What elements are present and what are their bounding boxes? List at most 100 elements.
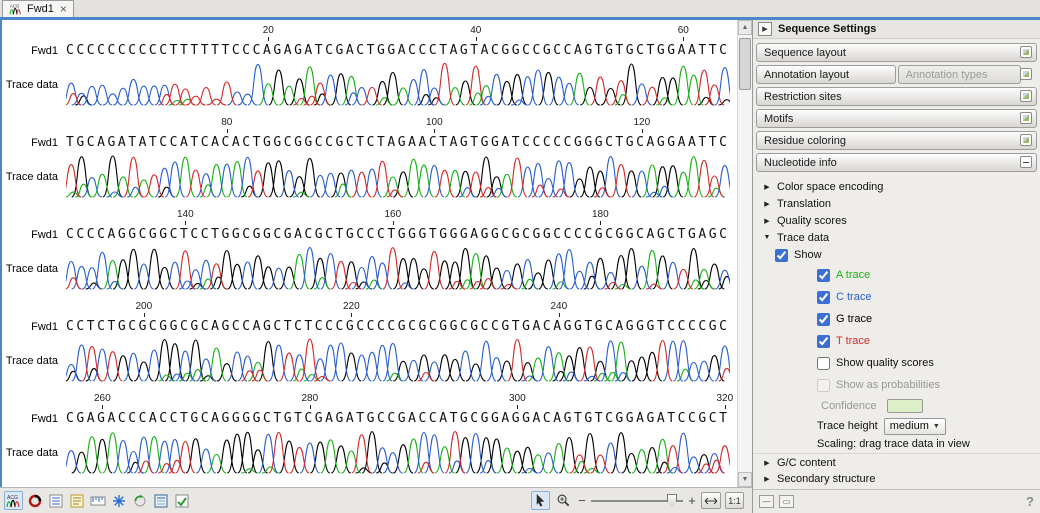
ruler-tick-label: 180: [592, 209, 609, 220]
zoom-slider-thumb[interactable]: [667, 494, 677, 507]
chromatogram-trace[interactable]: [66, 243, 730, 293]
panel-sequence-layout[interactable]: Sequence layout: [756, 43, 1037, 62]
ruler: 140160180: [66, 208, 730, 226]
chromatogram-trace[interactable]: [66, 59, 730, 109]
g-trace-checkbox[interactable]: [817, 313, 830, 326]
ruler: 200220240: [66, 300, 730, 318]
info-view-button[interactable]: [151, 491, 170, 510]
chromatogram-trace[interactable]: [66, 151, 730, 201]
sequence-row: 204060Fwd1CCCCCCCCCCTTTTTTCCCAGAGATCGACT…: [2, 24, 737, 116]
selection-tool-icon[interactable]: [531, 491, 550, 510]
sequence-row: 260280300320Fwd1CGAGACCCACCTGCAGGGGCTGTC…: [2, 392, 737, 484]
ruler-tick-mark: [517, 405, 518, 409]
tree-item-secondary-structure[interactable]: ▶ Secondary structure: [753, 470, 1040, 487]
show-checkbox[interactable]: [775, 249, 788, 262]
history-view-button[interactable]: [172, 491, 191, 510]
show-as-probabilities-checkbox[interactable]: [817, 379, 830, 392]
trace-label: Trace data: [2, 355, 66, 367]
application-window: ACG Fwd1 × 204060 Fwd1 CCCCCCCCCCTTTTTTCCC…: [0, 0, 1040, 513]
tab-bar: ACG Fwd1 ×: [0, 0, 1040, 17]
tree-item-trace-data[interactable]: ▼ Trace data: [753, 229, 1040, 246]
g-trace-option: G trace: [753, 308, 1040, 330]
c-trace-checkbox[interactable]: [817, 291, 830, 304]
ruler-tick-label: 140: [177, 209, 194, 220]
trace-view-button[interactable]: ACG: [4, 491, 23, 510]
sequence-text[interactable]: CCTCTGCGCGGCGCAGCCAGCTCTCCCGCCCCGCGCGGCG…: [66, 319, 734, 334]
chromatogram-trace[interactable]: [66, 335, 730, 385]
sequence-text[interactable]: CCCCAGGCGGCTCCTGGCGGCGACGCTGCCCTGGGTGGGA…: [66, 227, 734, 242]
a-trace-checkbox[interactable]: [817, 269, 830, 282]
fit-width-button[interactable]: [701, 492, 721, 509]
ruler-tick-mark: [600, 221, 601, 225]
panel-motifs[interactable]: Motifs: [756, 109, 1037, 128]
a-trace-option: A trace: [753, 264, 1040, 286]
trace-label: Trace data: [2, 171, 66, 183]
primer-design-button[interactable]: [130, 491, 149, 510]
nucleotide-info-panel: ▶ Color space encoding ▶ Translation ▶ Q…: [753, 174, 1040, 489]
circular-map-button[interactable]: [109, 491, 128, 510]
chevron-right-icon: ▶: [763, 217, 771, 225]
palette-icon[interactable]: [1020, 112, 1032, 124]
ruler-tick-mark: [144, 313, 145, 317]
tree-item-color-space-encoding[interactable]: ▶ Color space encoding: [753, 178, 1040, 195]
sequence-text[interactable]: CCCCCCCCCCTTTTTTCCCAGAGATCGACTGGACCCTAGT…: [66, 43, 734, 58]
text-view-button[interactable]: [67, 491, 86, 510]
ruler-view-button[interactable]: [88, 491, 107, 510]
tree-item-quality-scores[interactable]: ▶ Quality scores: [753, 212, 1040, 229]
ruler-tick-label: 20: [263, 25, 274, 36]
ruler-tick-mark: [393, 221, 394, 225]
help-button[interactable]: ?: [1026, 494, 1034, 509]
zoom-tool-icon[interactable]: [554, 491, 573, 510]
sequence-view[interactable]: 204060 Fwd1 CCCCCCCCCCTTTTTTCCCAGAGATCGACT…: [0, 20, 752, 487]
scroll-down-button[interactable]: ▼: [738, 472, 752, 487]
ruler-tick-label: 100: [426, 117, 443, 128]
scroll-up-button[interactable]: ▲: [738, 20, 752, 35]
scaling-note: Scaling: drag trace data in view: [753, 436, 1040, 451]
trace-height-select[interactable]: medium ▼: [884, 418, 946, 435]
collapse-icon[interactable]: [1020, 156, 1032, 168]
circular-view-button[interactable]: [25, 491, 44, 510]
zoom-100-button[interactable]: 1:1: [725, 492, 744, 509]
dock-panel-icon[interactable]: ▭: [779, 495, 794, 508]
zoom-slider[interactable]: [591, 494, 683, 508]
expander-icon[interactable]: ▶: [758, 22, 772, 36]
zoom-out-icon[interactable]: −: [577, 493, 587, 508]
confidence-color-swatch[interactable]: [887, 399, 923, 413]
panel-annotation-layout[interactable]: Annotation layout: [756, 65, 896, 84]
palette-icon[interactable]: [1020, 68, 1032, 80]
palette-icon[interactable]: [1020, 90, 1032, 102]
panel-annotation-types[interactable]: Annotation types: [898, 65, 1021, 84]
scrollbar-track[interactable]: [738, 35, 752, 472]
chromatogram-trace[interactable]: [66, 427, 730, 477]
palette-icon[interactable]: [1020, 46, 1032, 58]
trace-label: Trace data: [2, 79, 66, 91]
tree-item-gc-content[interactable]: ▶ G/C content: [753, 453, 1040, 470]
side-panel: ▶ Sequence Settings Sequence layout Anno…: [752, 20, 1040, 513]
ruler-tick-mark: [683, 37, 684, 41]
t-trace-checkbox[interactable]: [817, 335, 830, 348]
tab-fwd1[interactable]: ACG Fwd1 ×: [2, 0, 74, 17]
list-view-button[interactable]: [46, 491, 65, 510]
row-label: Fwd1: [2, 413, 66, 425]
palette-icon[interactable]: [1020, 134, 1032, 146]
ruler: 204060: [66, 24, 730, 42]
row-label: Fwd1: [2, 321, 66, 333]
sequence-text[interactable]: TGCAGATATCCATCACACTGGCGGCCGCTCTAGAACTAGT…: [66, 135, 734, 150]
ruler-tick-mark: [351, 313, 352, 317]
tab-title: Fwd1: [27, 3, 54, 15]
show-quality-scores-checkbox[interactable]: [817, 357, 830, 370]
tab-close-icon[interactable]: ×: [60, 4, 67, 14]
ruler-tick-mark: [268, 37, 269, 41]
collapse-panel-icon[interactable]: —: [759, 495, 774, 508]
ruler-tick-label: 280: [301, 393, 318, 404]
panel-restriction-sites[interactable]: Restriction sites: [756, 87, 1037, 106]
vertical-scrollbar[interactable]: ▲ ▼: [737, 20, 752, 487]
ruler-tick-mark: [725, 405, 726, 409]
ruler-tick-mark: [185, 221, 186, 225]
tree-item-translation[interactable]: ▶ Translation: [753, 195, 1040, 212]
panel-nucleotide-info[interactable]: Nucleotide info: [756, 153, 1037, 172]
zoom-in-icon[interactable]: +: [687, 493, 697, 508]
panel-residue-coloring[interactable]: Residue coloring: [756, 131, 1037, 150]
scrollbar-thumb[interactable]: [739, 38, 751, 90]
sequence-text[interactable]: CGAGACCCACCTGCAGGGGCTGTCGAGATGCCGACCATGC…: [66, 411, 734, 426]
